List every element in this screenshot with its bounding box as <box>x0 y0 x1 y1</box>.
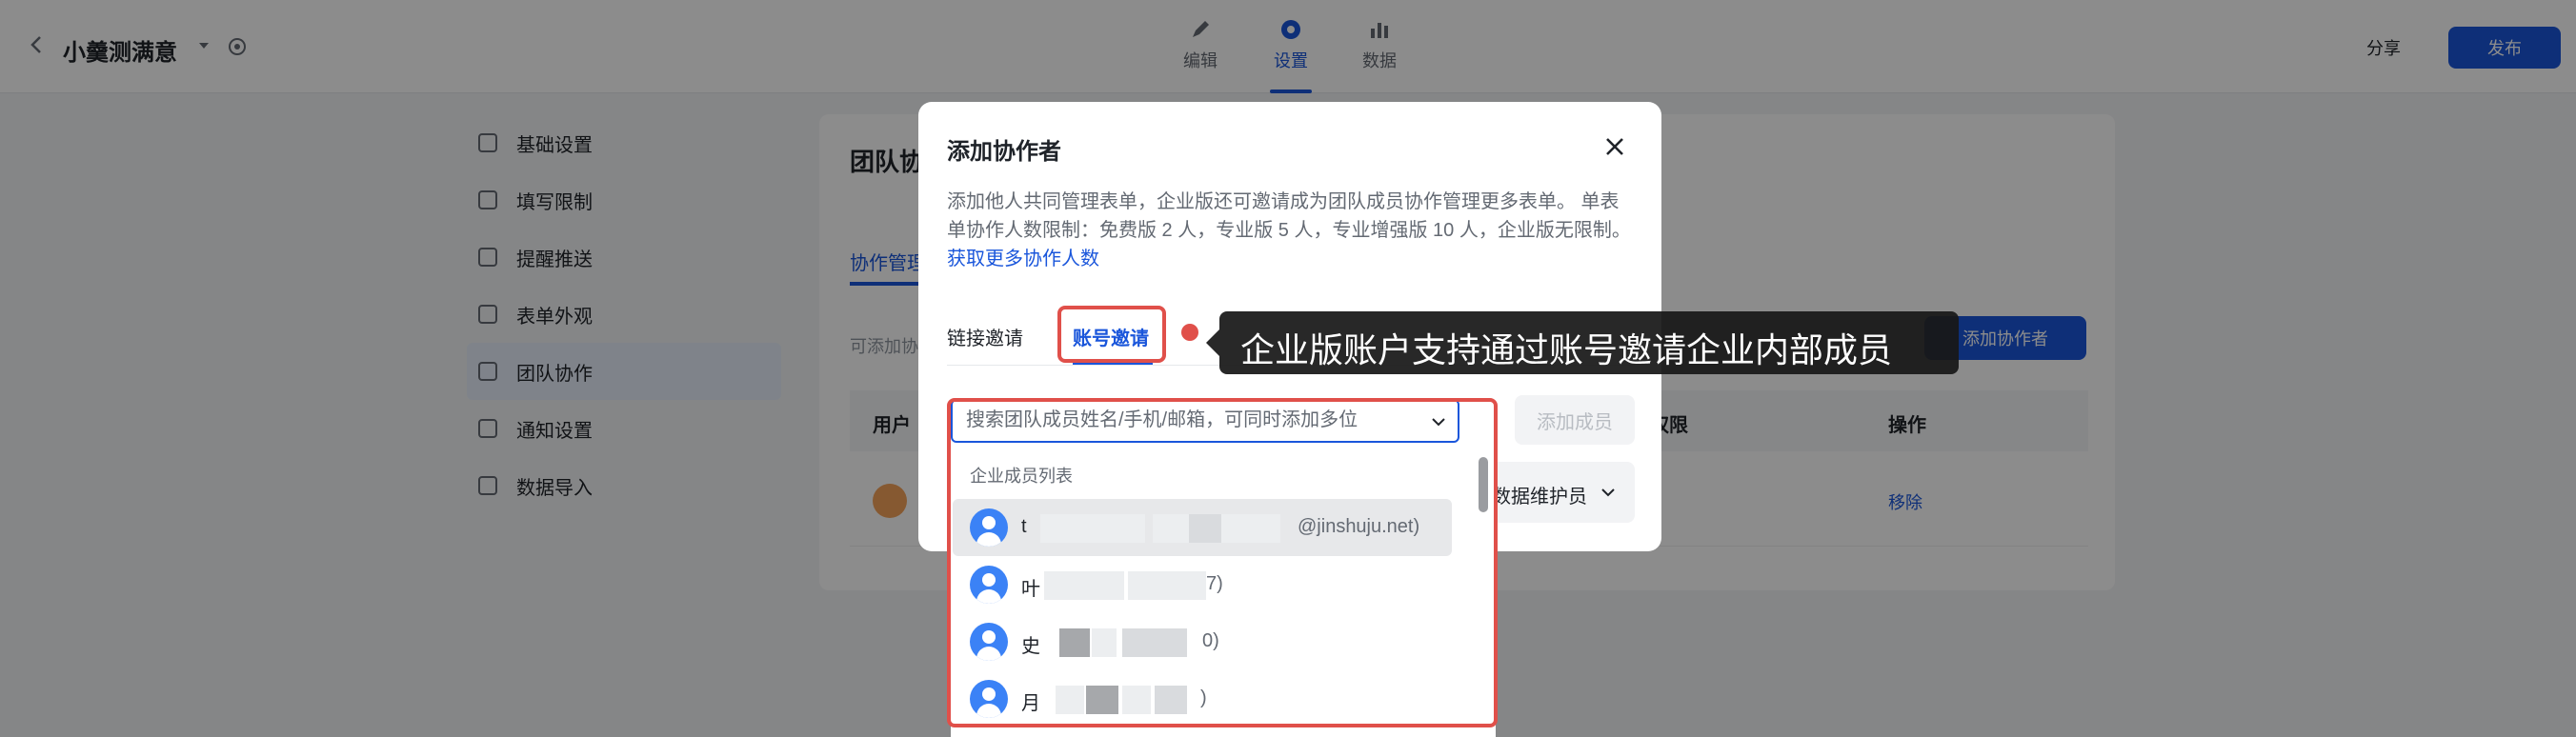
annotation-text: 企业版账户支持通过账号邀请企业内部成员 <box>1240 330 1893 369</box>
chevron-down-icon <box>1601 488 1615 497</box>
tab-highlight-box <box>1057 306 1166 363</box>
tab-link-invite[interactable]: 链接邀请 <box>947 323 1023 350</box>
get-more-link[interactable]: 获取更多协作人数 <box>947 249 1099 269</box>
role-select[interactable]: 数据维护员 <box>1492 462 1635 523</box>
role-select-value: 数据维护员 <box>1492 487 1587 508</box>
modal-description: 添加他人共同管理表单，企业版还可邀请成为团队成员协作管理更多表单。 单表单协作人… <box>947 188 1635 273</box>
annotation-tooltip: 企业版账户支持通过账号邀请企业内部成员 <box>1219 311 1959 374</box>
dropdown-highlight-box <box>947 398 1498 727</box>
annotation-arrow <box>1206 329 1219 356</box>
annotation-dot <box>1181 324 1198 341</box>
add-member-button[interactable]: 添加成员 <box>1515 395 1635 445</box>
close-icon[interactable] <box>1602 134 1627 159</box>
modal-title: 添加协作者 <box>947 139 1061 165</box>
description-text: 添加他人共同管理表单，企业版还可邀请成为团队成员协作管理更多表单。 单表单协作人… <box>947 191 1631 241</box>
